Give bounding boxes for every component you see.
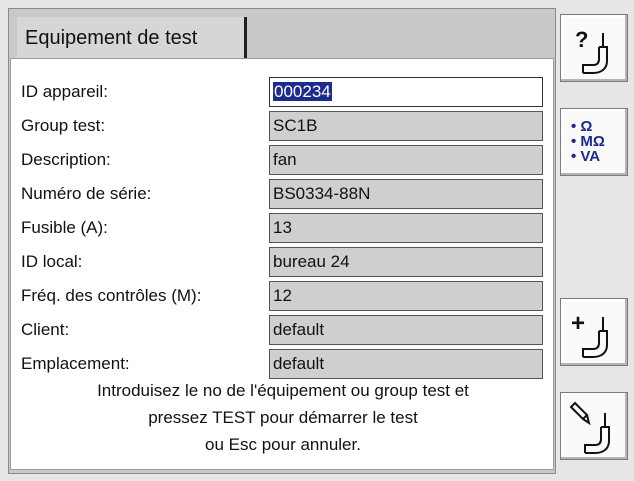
form-row-id-appareil: ID appareil: 000234 [11,77,555,107]
help-button[interactable]: ? [560,14,628,82]
field-label: ID appareil: [21,82,108,101]
field-label: Group test: [21,116,106,135]
units-icon: • Ω • MΩ • VA [571,119,605,164]
tab-equipement-de-test[interactable]: Equipement de test [17,17,247,59]
form-content: ID appareil: 000234 Group test: SC1B Des… [10,58,554,470]
description-input[interactable]: fan [269,145,543,175]
field-label: Fusible (A): [21,218,108,237]
instruction-line: ou Esc pour annuler. [205,435,361,454]
numero-de-serie-input[interactable]: BS0334-88N [269,179,543,209]
units-button[interactable]: • Ω • MΩ • VA [560,108,628,176]
unit-va: • VA [571,148,601,165]
form-row-description: Description: fan [11,145,555,175]
field-label: ID local: [21,252,83,271]
field-label: Client: [21,320,70,339]
form-row-emplacement: Emplacement: default [11,349,555,379]
add-button[interactable]: + [560,298,628,366]
field-label: Fréq. des contrôles (M): [21,286,202,305]
form-row-numero-de-serie: Numéro de série: BS0334-88N [11,179,555,209]
emplacement-input[interactable]: default [269,349,543,379]
id-local-input[interactable]: bureau 24 [269,247,543,277]
group-test-input[interactable]: SC1B [269,111,543,141]
edit-button[interactable] [560,392,628,460]
field-label: Emplacement: [21,354,130,373]
unit-ohm: • Ω [571,118,593,135]
instruction-line: pressez TEST pour démarrer le test [148,408,418,427]
form-row-id-local: ID local: bureau 24 [11,247,555,277]
freq-controles-input[interactable]: 12 [269,281,543,311]
form-row-fusible: Fusible (A): 13 [11,213,555,243]
add-probe-icon: + [571,310,608,358]
field-label: Numéro de série: [21,184,152,203]
instruction-message: Introduisez le no de l'équipement ou gro… [11,377,555,458]
form-row-freq-controles: Fréq. des contrôles (M): 12 [11,281,555,311]
help-probe-icon: ? [575,27,608,74]
field-value: 000234 [273,82,332,101]
form-row-group-test: Group test: SC1B [11,111,555,141]
id-appareil-input[interactable]: 000234 [269,77,543,107]
edit-probe-icon [569,401,610,454]
form-row-client: Client: default [11,315,555,345]
screen: Equipement de test ID appareil: 000234 G… [0,0,634,481]
field-label: Description: [21,150,111,169]
add-glyph: + [571,310,585,337]
instruction-line: Introduisez le no de l'équipement ou gro… [97,381,469,400]
help-glyph: ? [575,27,588,52]
fusible-input[interactable]: 13 [269,213,543,243]
unit-megaohm: • MΩ [571,133,605,150]
client-input[interactable]: default [269,315,543,345]
